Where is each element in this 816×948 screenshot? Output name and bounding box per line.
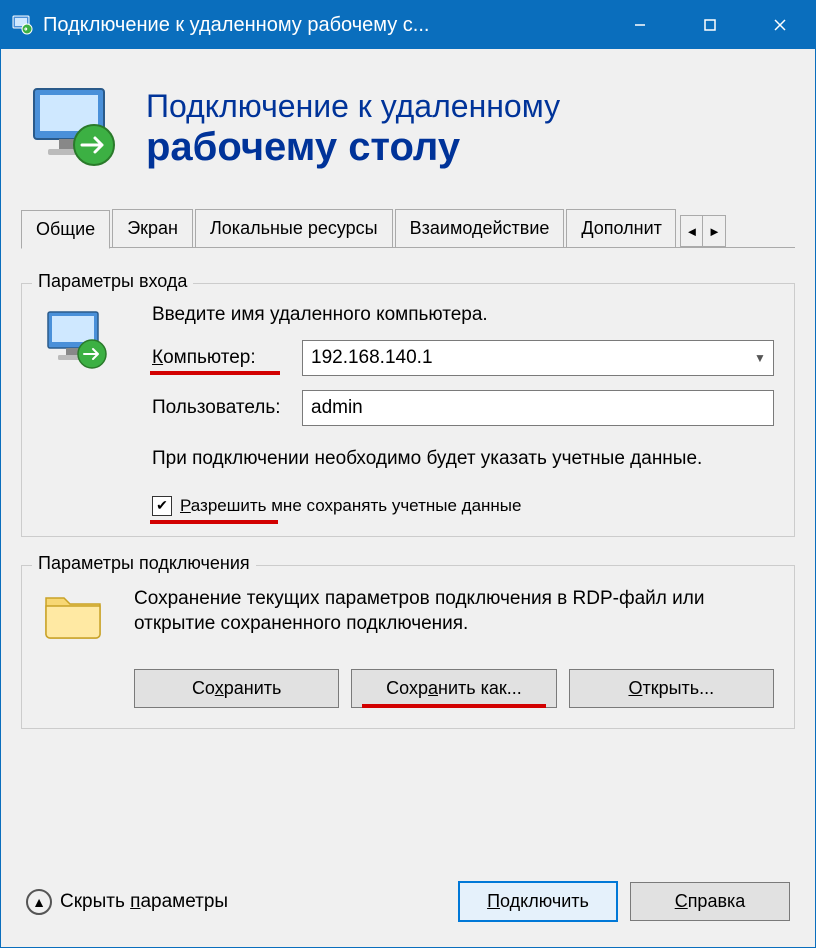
user-label: Пользователь: xyxy=(152,397,292,419)
header: Подключение к удаленному рабочему столу xyxy=(1,49,815,209)
rdp-app-icon xyxy=(11,13,35,37)
user-textbox[interactable] xyxy=(302,390,774,426)
tab-advanced[interactable]: Дополнит xyxy=(566,209,676,247)
tabs-container: Общие Экран Локальные ресурсы Взаимодейс… xyxy=(21,209,795,248)
connection-group-title: Параметры подключения xyxy=(32,553,256,574)
maximize-button[interactable] xyxy=(675,1,745,49)
credentials-note: При подключении необходимо будет указать… xyxy=(152,446,774,472)
connection-text: Сохранение текущих параметров подключени… xyxy=(134,586,774,647)
header-line2: рабочему столу xyxy=(146,125,560,170)
rdp-large-icon xyxy=(26,79,126,179)
save-as-button[interactable]: Сохранить как... xyxy=(351,669,556,708)
computer-label: Компьютер: xyxy=(152,347,292,369)
tab-experience[interactable]: Взаимодействие xyxy=(395,209,565,247)
save-button[interactable]: Сохранить xyxy=(134,669,339,708)
window-title: Подключение к удаленному рабочему с... xyxy=(43,14,605,37)
tab-general[interactable]: Общие xyxy=(21,210,110,249)
computer-icon xyxy=(42,304,114,376)
folder-icon xyxy=(42,586,122,647)
close-button[interactable] xyxy=(745,1,815,49)
computer-input[interactable] xyxy=(303,343,747,373)
tab-display[interactable]: Экран xyxy=(112,209,193,247)
computer-combobox[interactable]: ▼ xyxy=(302,340,774,376)
login-group-title: Параметры входа xyxy=(32,271,193,292)
minimize-button[interactable] xyxy=(605,1,675,49)
connect-button[interactable]: Подключить xyxy=(458,881,618,922)
titlebar: Подключение к удаленному рабочему с... xyxy=(1,1,815,49)
tab-content: Параметры входа Введите имя удаленного к… xyxy=(1,248,815,861)
allow-save-row[interactable]: ✔ Разрешить мне сохранять учетные данные xyxy=(152,496,774,516)
login-groupbox: Параметры входа Введите имя удаленного к… xyxy=(21,283,795,537)
header-text: Подключение к удаленному рабочему столу xyxy=(146,88,560,170)
hide-options-label: Скрыть параметры xyxy=(60,891,228,913)
tab-scroll-arrows: ◄ ► xyxy=(680,215,726,247)
tab-arrow-left-icon[interactable]: ◄ xyxy=(681,216,703,246)
allow-save-label: Разрешить мне сохранять учетные данные xyxy=(180,496,521,516)
tab-local-resources[interactable]: Локальные ресурсы xyxy=(195,209,393,247)
tabs: Общие Экран Локальные ресурсы Взаимодейс… xyxy=(21,209,795,248)
user-input[interactable] xyxy=(303,393,773,423)
rdp-window: Подключение к удаленному рабочему с... xyxy=(0,0,816,948)
hide-options-link[interactable]: ▲ Скрыть параметры xyxy=(26,889,446,915)
allow-save-checkbox[interactable]: ✔ xyxy=(152,496,172,516)
connection-buttons: Сохранить Сохранить как... Открыть... xyxy=(134,669,774,708)
login-instruction: Введите имя удаленного компьютера. xyxy=(152,304,774,326)
help-button[interactable]: Справка xyxy=(630,882,790,921)
footer: ▲ Скрыть параметры Подключить Справка xyxy=(1,861,815,947)
chevron-down-icon[interactable]: ▼ xyxy=(747,351,773,365)
collapse-up-icon: ▲ xyxy=(26,889,52,915)
header-line1: Подключение к удаленному xyxy=(146,88,560,125)
titlebar-buttons xyxy=(605,1,815,49)
tab-arrow-right-icon[interactable]: ► xyxy=(703,216,725,246)
open-button[interactable]: Открыть... xyxy=(569,669,774,708)
connection-groupbox: Параметры подключения Сохранение текущих… xyxy=(21,565,795,729)
